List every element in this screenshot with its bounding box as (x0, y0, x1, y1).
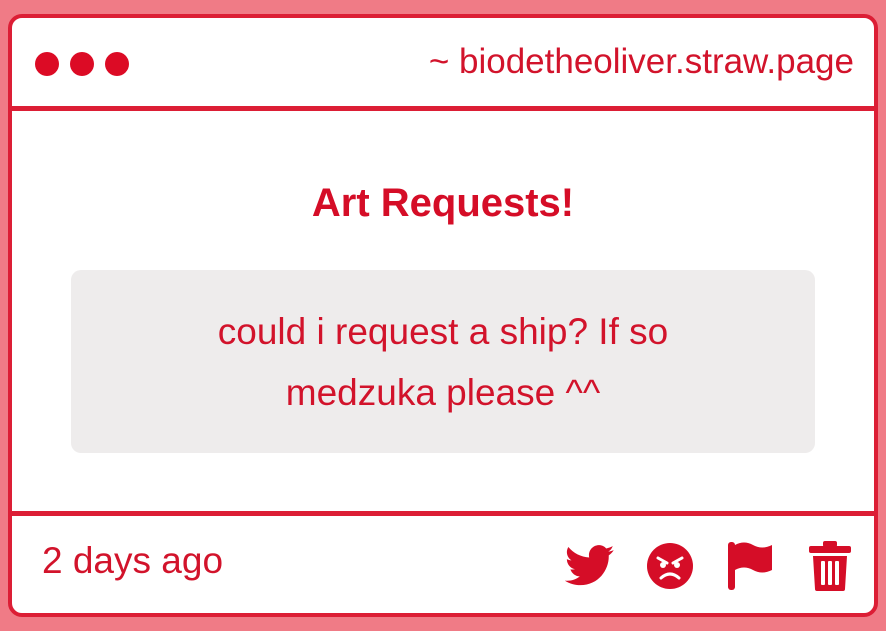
report-button[interactable] (724, 540, 776, 592)
window-titlebar: ~ biodetheoliver.straw.page (12, 18, 874, 111)
page-title: Art Requests! (311, 181, 575, 225)
action-bar (564, 540, 856, 592)
page-url[interactable]: ~ biodetheoliver.straw.page (429, 42, 854, 82)
card-footer: 2 days ago (12, 511, 874, 613)
react-angry-button[interactable] (644, 540, 696, 592)
trash-icon (809, 541, 851, 591)
window-controls (35, 52, 129, 76)
twitter-share-button[interactable] (564, 540, 616, 592)
message-box: could i request a ship? If so medzuka pl… (71, 270, 815, 453)
delete-button[interactable] (804, 540, 856, 592)
timestamp: 2 days ago (42, 540, 224, 581)
message-card: ~ biodetheoliver.straw.page Art Requests… (8, 14, 878, 617)
window-dot-2 (70, 52, 94, 76)
flag-icon (728, 542, 772, 590)
message-text: could i request a ship? If so medzuka pl… (217, 310, 669, 413)
twitter-icon (565, 545, 615, 586)
window-dot-3 (105, 52, 129, 76)
window-dot-1 (35, 52, 59, 76)
main-content: Art Requests! could i request a ship? If… (12, 111, 874, 511)
angry-face-icon (647, 543, 693, 589)
